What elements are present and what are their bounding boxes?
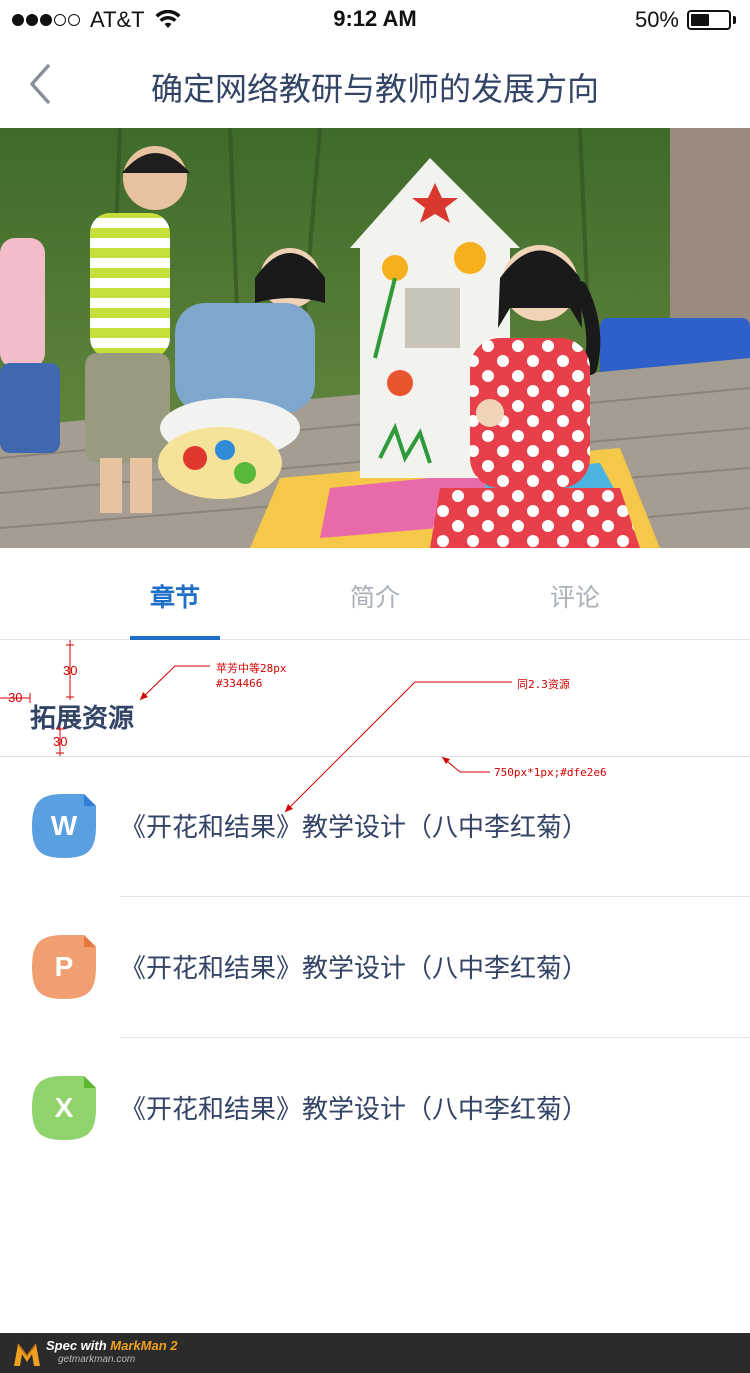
nav-bar: 确定网络教研与教师的发展方向	[0, 40, 750, 128]
annotation-same-as: 同2.3资源	[517, 678, 570, 691]
footer-tagline: Spec with MarkMan 2	[46, 1338, 178, 1353]
file-type-letter: X	[54, 1092, 74, 1123]
section-title: 拓展资源	[30, 704, 135, 734]
file-type-letter: W	[50, 810, 78, 841]
markman-footer: Spec with MarkMan 2 getmarkman.com	[0, 1333, 750, 1373]
battery-cap	[733, 16, 736, 24]
battery-fill	[691, 14, 709, 26]
annotation-spacing-top: 30	[63, 663, 78, 678]
annotation-color-spec: #334466	[216, 677, 263, 690]
resource-item-word[interactable]: W 《开花和结果》教学设计（八中李红菊）	[0, 757, 750, 897]
battery-icon	[687, 10, 731, 30]
file-type-letter: P	[54, 951, 74, 982]
resource-title: 《开花和结果》教学设计（八中李红菊）	[120, 1095, 589, 1125]
tab-intro[interactable]: 简介	[275, 548, 475, 639]
status-bar: AT&T 9:12 AM 50%	[0, 0, 750, 40]
annotation-spacing-left: 30	[8, 690, 23, 705]
battery-percent: 50%	[634, 7, 679, 32]
resource-item-excel[interactable]: X 《开花和结果》教学设计（八中李红菊）	[0, 1039, 750, 1179]
item-divider	[120, 896, 750, 897]
footer-url: getmarkman.com	[58, 1354, 136, 1365]
status-right: 50%	[635, 7, 736, 33]
annotation-spacing-bottom: 30	[53, 734, 68, 749]
markman-logo-icon	[14, 1343, 40, 1366]
tab-comments[interactable]: 评论	[475, 548, 675, 639]
annotation-font-spec: 苹芳中等28px	[216, 662, 287, 675]
resource-title: 《开花和结果》教学设计（八中李红菊）	[120, 813, 589, 843]
page-title: 确定网络教研与教师的发展方向	[150, 70, 599, 108]
resource-title: 《开花和结果》教学设计（八中李红菊）	[120, 954, 589, 984]
cover-illustration	[0, 128, 750, 548]
resource-item-ppt[interactable]: P 《开花和结果》教学设计（八中李红菊）	[0, 898, 750, 1038]
item-divider	[120, 1037, 750, 1038]
footer-prefix: Spec with	[46, 1338, 111, 1353]
tab-chapters[interactable]: 章节	[75, 548, 275, 640]
tab-bar: 章节 简介 评论	[0, 548, 750, 640]
footer-brand: MarkMan 2	[110, 1338, 178, 1353]
course-cover-image	[0, 128, 750, 548]
